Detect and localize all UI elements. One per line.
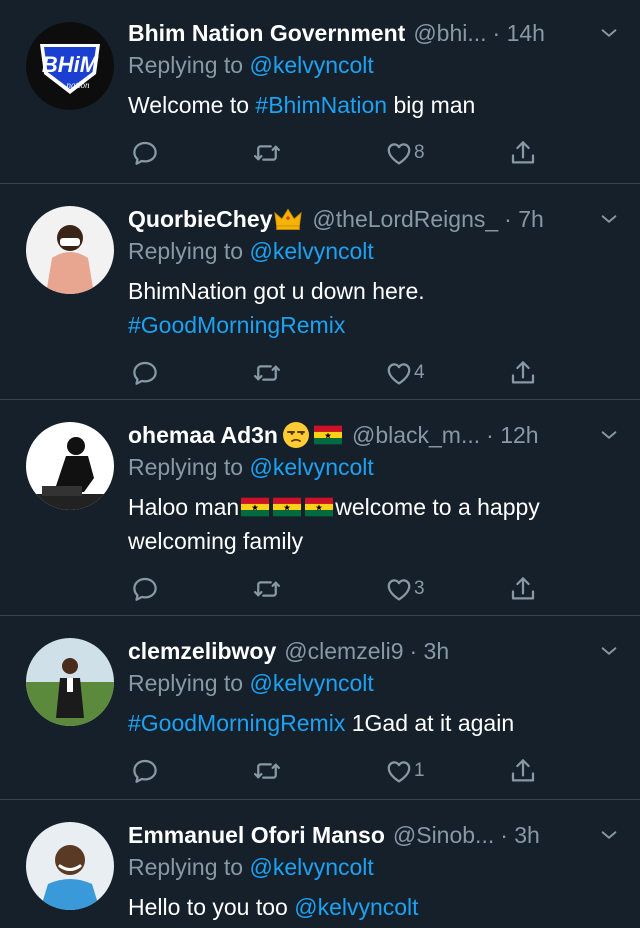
like-count: 4 <box>414 362 425 383</box>
like-count: 3 <box>414 578 425 599</box>
timestamp[interactable]: · 14h <box>493 20 545 47</box>
avatar[interactable] <box>26 422 114 510</box>
like-button[interactable]: 1 <box>384 756 425 786</box>
reply-icon <box>130 574 160 604</box>
share-button[interactable] <box>508 756 538 786</box>
user-handle[interactable]: @clemzeli9 <box>284 638 403 665</box>
crown-emoji <box>274 205 302 233</box>
unamused-face-emoji <box>282 421 310 449</box>
display-name[interactable]: clemzelibwoy <box>128 638 276 665</box>
tweet[interactable]: ohemaa Ad3n @black_m... · 12h Replying t… <box>0 400 640 616</box>
share-icon <box>508 574 538 604</box>
like-icon <box>384 358 414 388</box>
reply-mention[interactable]: @kelvyncolt <box>249 238 373 264</box>
avatar[interactable] <box>26 638 114 726</box>
like-icon <box>384 756 414 786</box>
share-button[interactable] <box>508 574 538 604</box>
reply-icon <box>130 138 160 168</box>
retweet-button[interactable] <box>252 358 282 388</box>
avatar[interactable]: BHiM nation <box>26 22 114 110</box>
reply-mention[interactable]: @kelvyncolt <box>249 670 373 696</box>
hashtag-link[interactable]: #GoodMorningRemix <box>128 308 620 342</box>
share-icon <box>508 358 538 388</box>
chevron-down-icon[interactable] <box>598 22 620 44</box>
user-handle[interactable]: @theLordReigns_ <box>312 206 498 233</box>
reply-icon <box>130 358 160 388</box>
tweet-text: #GoodMorningRemix 1Gad at it again <box>128 710 515 736</box>
tweet[interactable]: clemzelibwoy @clemzeli9 · 3h Replying to… <box>0 616 640 800</box>
timestamp[interactable]: · 7h <box>504 206 544 233</box>
share-button[interactable] <box>508 138 538 168</box>
retweet-button[interactable] <box>252 138 282 168</box>
hashtag-link[interactable]: #BhimNation <box>255 92 387 118</box>
svg-text:nation: nation <box>66 80 90 90</box>
like-count: 1 <box>414 760 425 781</box>
reply-button[interactable] <box>130 574 160 604</box>
replying-to: Replying to @kelvyncolt <box>128 670 374 696</box>
tweet-text: Haloo man welcome to a happy welcoming fa… <box>128 494 540 554</box>
replying-to: Replying to @kelvyncolt <box>128 238 374 264</box>
svg-text:BHiM: BHiM <box>42 52 99 77</box>
reply-button[interactable] <box>130 756 160 786</box>
like-count: 8 <box>414 142 425 163</box>
reply-mention[interactable]: @kelvyncolt <box>249 52 373 78</box>
user-handle[interactable]: @black_m... <box>352 422 480 449</box>
ghana-flag-emoji <box>273 497 301 517</box>
timestamp[interactable]: · 12h <box>486 422 538 449</box>
tweet[interactable]: Emmanuel Ofori Manso @Sinob... · 3h Repl… <box>0 800 640 928</box>
retweet-icon <box>252 574 282 604</box>
display-name[interactable]: QuorbieChey <box>128 206 272 233</box>
avatar[interactable] <box>26 822 114 910</box>
tweet-text: Hello to you too @kelvyncolt <box>128 894 419 920</box>
tweet-actions: 8 <box>128 128 620 184</box>
reply-button[interactable] <box>130 358 160 388</box>
like-button[interactable]: 4 <box>384 358 425 388</box>
share-icon <box>508 756 538 786</box>
replying-to: Replying to @kelvyncolt <box>128 52 374 78</box>
ghana-flag-emoji <box>241 497 269 517</box>
chevron-down-icon[interactable] <box>598 208 620 230</box>
like-button[interactable]: 8 <box>384 138 425 168</box>
reply-button[interactable] <box>130 138 160 168</box>
ghana-flag-emoji <box>314 425 342 445</box>
tweet-actions: 4 <box>128 348 620 404</box>
display-name[interactable]: Emmanuel Ofori Manso <box>128 822 385 849</box>
retweet-button[interactable] <box>252 574 282 604</box>
retweet-icon <box>252 358 282 388</box>
hashtag-link[interactable]: #GoodMorningRemix <box>128 710 345 736</box>
mention-link[interactable]: @kelvyncolt <box>294 894 418 920</box>
user-handle[interactable]: @Sinob... <box>393 822 494 849</box>
user-handle[interactable]: @bhi... <box>413 20 486 47</box>
display-name[interactable]: ohemaa Ad3n <box>128 422 278 449</box>
like-button[interactable]: 3 <box>384 574 425 604</box>
replying-to: Replying to @kelvyncolt <box>128 454 374 480</box>
share-button[interactable] <box>508 358 538 388</box>
display-name[interactable]: Bhim Nation Government <box>128 20 405 47</box>
reply-mention[interactable]: @kelvyncolt <box>249 454 373 480</box>
tweet[interactable]: QuorbieChey @theLordReigns_ · 7h Replyin… <box>0 184 640 400</box>
timestamp[interactable]: · 3h <box>410 638 450 665</box>
replying-to: Replying to @kelvyncolt <box>128 854 374 880</box>
timestamp[interactable]: · 3h <box>500 822 540 849</box>
retweet-icon <box>252 138 282 168</box>
reply-icon <box>130 756 160 786</box>
chevron-down-icon[interactable] <box>598 424 620 446</box>
tweet-text: BhimNation got u down here. #GoodMorning… <box>128 274 620 342</box>
tweet-actions: 1 <box>128 746 620 802</box>
ghana-flag-emoji <box>305 497 333 517</box>
reply-mention[interactable]: @kelvyncolt <box>249 854 373 880</box>
tweet-actions: 3 <box>128 564 620 620</box>
chevron-down-icon[interactable] <box>598 824 620 846</box>
retweet-button[interactable] <box>252 756 282 786</box>
tweet[interactable]: BHiM nation Bhim Nation Government @bhi.… <box>0 0 640 184</box>
like-icon <box>384 574 414 604</box>
tweet-text: Welcome to #BhimNation big man <box>128 92 476 118</box>
like-icon <box>384 138 414 168</box>
retweet-icon <box>252 756 282 786</box>
chevron-down-icon[interactable] <box>598 640 620 662</box>
share-icon <box>508 138 538 168</box>
avatar[interactable] <box>26 206 114 294</box>
